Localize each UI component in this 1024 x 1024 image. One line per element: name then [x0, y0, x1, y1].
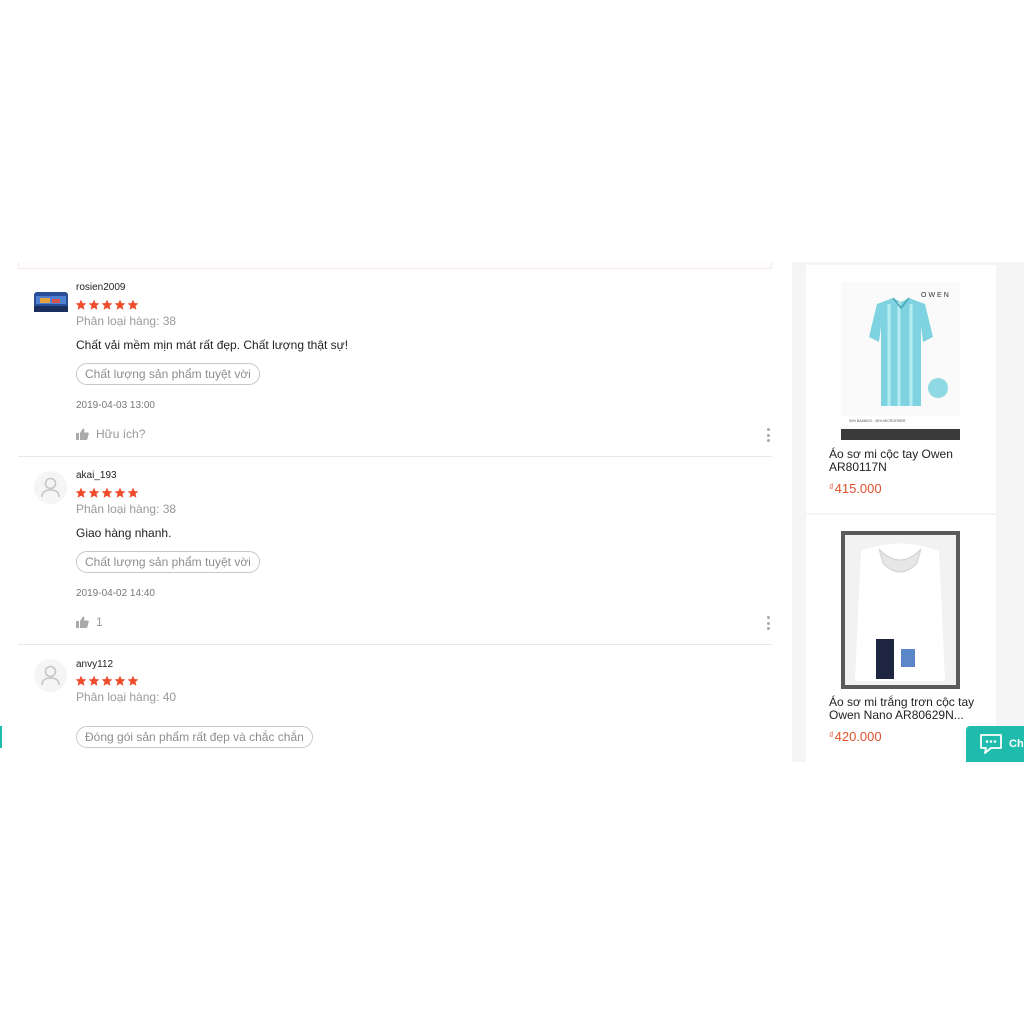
product-card[interactable]: Áo sơ mi trắng trơn cộc tay Owen Nano AR… [806, 515, 996, 762]
review-variation: Phân loại hàng: 40 [76, 690, 177, 704]
review-date: 2019-04-02 14:40 [76, 588, 155, 599]
helpful-label: Hữu ích? [96, 427, 146, 441]
helpful-button[interactable]: Hữu ích? [76, 427, 145, 441]
price-value: 420.000 [834, 729, 882, 744]
reviews-panel: rosien2009 Phân loại hàng: 38 Chất vải m… [18, 262, 772, 762]
default-user-icon [41, 477, 60, 498]
review-tag: Đóng gói sản phẩm rất đẹp và chắc chắn [76, 726, 313, 748]
product-reviews-frame: rosien2009 Phân loại hàng: 38 Chất vải m… [0, 262, 1024, 762]
review-author: akai_193 [76, 470, 117, 481]
review-tag: Chất lượng sản phẩm tuyệt vời [76, 551, 260, 573]
currency-symbol: ₫ [829, 730, 834, 740]
product-name[interactable]: Áo sơ mi cộc tay Owen AR80117N [829, 448, 979, 474]
brand-text: OWEN [921, 292, 951, 299]
thumbs-up-icon [76, 428, 89, 440]
price-value: 415.000 [834, 481, 882, 496]
white-shirt-photo-icon [841, 531, 960, 689]
helpful-button[interactable]: 1 [76, 615, 103, 629]
shirt-photo-icon: OWEN 50% BAMBOO - 50% MICROFIBER [841, 282, 960, 440]
chat-icon [980, 734, 1002, 754]
side-tab-edge[interactable] [0, 726, 2, 748]
helpful-count: 1 [96, 615, 103, 629]
thumbs-up-icon [76, 616, 89, 628]
more-options-button[interactable] [766, 428, 770, 442]
star-icon [101, 675, 113, 686]
default-user-icon [41, 665, 60, 686]
chat-label: Chat [1009, 738, 1024, 750]
product-image[interactable] [841, 531, 960, 689]
review-item: akai_193 Phân loại hàng: 38 Giao hàng nh… [18, 457, 772, 645]
star-icon [127, 487, 139, 498]
review-item: rosien2009 Phân loại hàng: 38 Chất vải m… [18, 270, 772, 457]
product-image[interactable]: OWEN 50% BAMBOO - 50% MICROFIBER [841, 282, 960, 440]
rating-stars [75, 299, 139, 311]
user-avatar[interactable] [34, 471, 67, 504]
star-icon [114, 487, 126, 498]
star-icon [101, 487, 113, 498]
review-variation: Phân loại hàng: 38 [76, 314, 177, 328]
review-item: anvy112 Phân loại hàng: 40 Đóng gói sản … [18, 645, 772, 762]
chat-button[interactable]: Chat [966, 726, 1024, 762]
review-comment: Chất vải mềm mịn mát rất đẹp. Chất lượng… [76, 338, 349, 352]
more-options-button[interactable] [766, 616, 770, 630]
review-variation: Phân loại hàng: 38 [76, 502, 177, 516]
product-price: ₫420.000 [829, 729, 882, 744]
star-icon [114, 675, 126, 686]
user-avatar-photo[interactable] [34, 282, 68, 316]
avatar-photo-icon [34, 292, 68, 312]
filter-bar-bottom-edge [18, 262, 772, 269]
product-price: ₫415.000 [829, 481, 882, 496]
review-date: 2019-04-03 13:00 [76, 400, 155, 411]
review-comment: Giao hàng nhanh. [76, 526, 172, 540]
star-icon [101, 299, 113, 310]
review-tag: Chất lượng sản phẩm tuyệt vời [76, 363, 260, 385]
star-icon [127, 675, 139, 686]
user-avatar[interactable] [34, 659, 67, 692]
product-card[interactable]: OWEN 50% BAMBOO - 50% MICROFIBER Áo sơ m… [806, 265, 996, 513]
star-icon [114, 299, 126, 310]
currency-symbol: ₫ [829, 482, 834, 492]
star-icon [75, 675, 87, 686]
rating-stars [75, 675, 139, 687]
rating-stars [75, 487, 139, 499]
star-icon [88, 299, 100, 310]
fabric-label-text: 50% BAMBOO - 50% MICROFIBER [849, 419, 906, 423]
star-icon [75, 299, 87, 310]
star-icon [127, 299, 139, 310]
star-icon [75, 487, 87, 498]
star-icon [88, 487, 100, 498]
review-author: anvy112 [76, 659, 114, 670]
star-icon [88, 675, 100, 686]
product-name[interactable]: Áo sơ mi trắng trơn cộc tay Owen Nano AR… [829, 696, 979, 722]
review-author: rosien2009 [76, 282, 126, 293]
